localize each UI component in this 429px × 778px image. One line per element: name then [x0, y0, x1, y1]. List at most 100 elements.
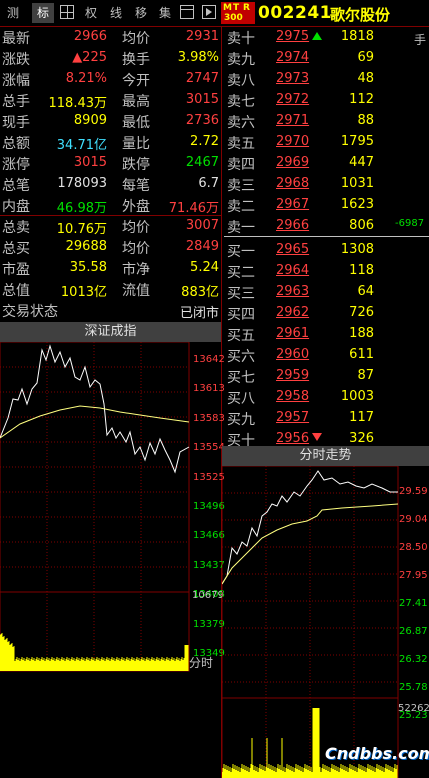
quote-value: 8.21% [65, 71, 107, 86]
stock-code: 002241 [258, 3, 332, 23]
index-price-label: 13642 [193, 354, 225, 365]
order-level: 卖一 [227, 220, 255, 236]
mtr-letter: T [233, 3, 240, 13]
order-volume: 117 [349, 410, 374, 425]
quote-label: 流值 [122, 283, 150, 299]
quote-value: 883亿 [181, 285, 219, 300]
quote-value: 6.7 [198, 176, 219, 191]
index-price-label: 13496 [193, 501, 225, 512]
toolbar-button-line[interactable]: 线 [105, 3, 127, 23]
quote-label: 最新 [2, 31, 30, 47]
index-avg-line [0, 405, 190, 439]
toolbar-button-collect[interactable]: 集 [154, 3, 176, 23]
toolbar-button-mark[interactable]: 标 [32, 3, 54, 23]
order-volume: 1623 [340, 197, 374, 212]
toolbar-button-rights[interactable]: 权 [80, 3, 102, 23]
ask-row[interactable]: 卖九 2974 69 [224, 47, 429, 68]
order-level: 卖二 [227, 199, 255, 215]
bid-row[interactable]: 买二 2964 118 [224, 260, 429, 281]
order-price: 2963 [276, 284, 310, 299]
order-volume: 69 [357, 50, 374, 65]
bid-row[interactable]: 买一 2965 1308 [224, 239, 429, 260]
order-level: 买一 [227, 244, 255, 260]
mtr-badge: M T R 300 [221, 2, 255, 24]
order-level: 买三 [227, 286, 255, 302]
ask-row[interactable]: 卖二 2967 1623 [224, 194, 429, 215]
ask-row[interactable]: 卖十 2975 1818 [224, 26, 429, 47]
quote-label: 现手 [2, 115, 30, 131]
ask-row[interactable]: 卖八 2973 48 [224, 68, 429, 89]
quote-row: 现手 8909 最低 2736 [0, 110, 221, 131]
window-icon[interactable] [180, 5, 194, 19]
quote-value: 178093 [57, 176, 107, 191]
order-price: 2962 [276, 305, 310, 320]
order-volume: 88 [357, 113, 374, 128]
order-level: 买九 [227, 412, 255, 428]
quote-value: 2966 [73, 29, 107, 44]
bid-row[interactable]: 买三 2963 64 [224, 281, 429, 302]
index-price-label: 13525 [193, 471, 225, 483]
quote-label: 市盈 [2, 262, 30, 278]
quote-value: 2931 [185, 29, 219, 44]
index-price-label: 13437 [193, 559, 225, 571]
quote-row: 市盈 35.58 市净 5.24 [0, 257, 221, 278]
ask-row[interactable]: 卖六 2971 88 [224, 110, 429, 131]
quote-label: 总笔 [2, 178, 30, 194]
stock-price-label: 26.32 [399, 654, 428, 665]
stock-price-label: 29.04 [399, 514, 428, 525]
order-volume: 726 [349, 305, 374, 320]
bid-row[interactable]: 买六 2960 611 [224, 344, 429, 365]
ask-row[interactable]: 卖四 2969 447 [224, 152, 429, 173]
index-time-label: 分时 [189, 656, 214, 670]
quote-value: 3007 [185, 218, 219, 233]
index-price-label: 13613 [193, 383, 225, 395]
quote-label: 换手 [122, 52, 150, 68]
quote-label: 跌停 [122, 157, 150, 173]
bid-row[interactable]: 买八 2958 1003 [224, 386, 429, 407]
ask-row[interactable]: 卖七 2972 112 [224, 89, 429, 110]
order-price: 2965 [276, 242, 310, 257]
order-level: 卖三 [227, 178, 255, 194]
quote-row: 最新 2966 均价 2931 [0, 26, 221, 47]
bid-row[interactable]: 买七 2959 87 [224, 365, 429, 386]
quote-label: 量比 [122, 136, 150, 152]
bid-row[interactable]: 买五 2961 188 [224, 323, 429, 344]
quote-row: 内盘 46.98万 外盘 71.46万 [0, 194, 221, 216]
quote-value: 2467 [185, 155, 219, 170]
grid-icon[interactable] [60, 5, 74, 19]
order-price: 2969 [276, 155, 310, 170]
toolbar-button-measure[interactable]: 测 [2, 3, 24, 23]
quote-value: 8909 [73, 113, 107, 128]
quote-label: 均价 [122, 241, 150, 257]
order-volume: 112 [349, 92, 374, 107]
order-volume: 1795 [340, 134, 374, 149]
order-volume: 806 [349, 218, 374, 233]
order-price: 2974 [276, 50, 310, 65]
order-volume: 326 [349, 431, 374, 446]
quote-label: 总值 [2, 283, 30, 299]
order-price: 2975 [276, 29, 310, 44]
bid-row[interactable]: 买四 2962 726 [224, 302, 429, 323]
toolbar-button-move[interactable]: 移 [130, 3, 152, 23]
order-price: 2967 [276, 197, 310, 212]
ask-row[interactable]: 卖三 2968 1031 [224, 173, 429, 194]
stock-price-label: 26.87 [399, 626, 428, 637]
bid-row[interactable]: 买九 2957 117 [224, 407, 429, 428]
toolbar: 测 标 权 线 移 集 [0, 0, 221, 26]
quote-value: 3.98% [177, 50, 219, 65]
play-icon[interactable] [202, 5, 216, 19]
ask-row[interactable]: 卖五 2970 1795 [224, 131, 429, 152]
stock-price-label: 27.95 [399, 570, 428, 581]
stock-price-label: 29.59 [399, 486, 428, 497]
order-level: 卖四 [227, 157, 255, 173]
quote-value: ▲225 [72, 50, 107, 65]
quote-label: 均价 [122, 220, 150, 236]
quote-value: 2736 [185, 113, 219, 128]
book-divider [224, 236, 429, 237]
order-price: 2968 [276, 176, 310, 191]
order-volume: 64 [357, 284, 374, 299]
stock-chart [222, 466, 399, 778]
quote-value: 3015 [73, 155, 107, 170]
quote-row: 总卖 10.76万 均价 3007 [0, 215, 221, 237]
order-price: 2959 [276, 368, 310, 383]
